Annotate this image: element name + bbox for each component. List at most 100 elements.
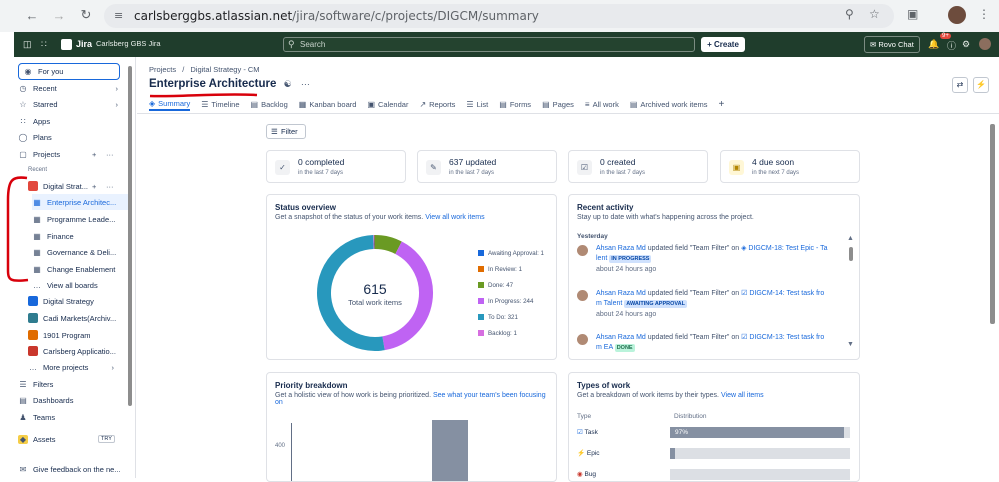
sidebar-toggle-icon[interactable]: ◫	[23, 39, 32, 50]
chrome-menu-icon[interactable]: ⋮	[978, 7, 990, 21]
title-more-button[interactable]: ···	[301, 79, 310, 89]
tab-summary[interactable]: ◈Summary	[149, 97, 190, 111]
main-scrollbar[interactable]	[990, 124, 995, 324]
search-input[interactable]: ⚲ Search	[283, 37, 695, 52]
share-icon[interactable]: ⇄	[952, 77, 968, 93]
reload-icon[interactable]: ↻	[78, 7, 94, 23]
issue-title-cont[interactable]: lent	[596, 255, 607, 262]
issue-title-cont[interactable]: m EA	[596, 344, 613, 351]
stat-card-updated[interactable]: ✎ 637 updated in the last 7 days	[417, 150, 557, 183]
board-item-change-enablement[interactable]: ▦Change Enablement	[32, 261, 115, 277]
notifications-icon[interactable]: 🔔	[928, 39, 939, 50]
tab-calendar[interactable]: ▣Calendar	[367, 97, 408, 111]
sidebar-item-apps[interactable]: ∷Apps	[18, 113, 50, 129]
filter-button[interactable]: ☰Filter	[266, 124, 306, 139]
product-name[interactable]: Jira	[76, 39, 92, 49]
activity-user-link[interactable]: Ahsan Raza Md	[596, 334, 646, 341]
stat-card-due-soon[interactable]: ▣ 4 due soon in the next 7 days	[720, 150, 860, 183]
sidebar-item-for-you[interactable]: ◉For you	[18, 63, 120, 80]
view-all-work-items-link[interactable]: View all work items	[425, 214, 484, 221]
sidebar-item-projects[interactable]: ▢Projects + ···	[18, 146, 118, 162]
profile-avatar[interactable]	[948, 6, 966, 24]
sidebar-project-carlsberg-applications[interactable]: Carlsberg Applicatio...	[28, 343, 116, 359]
sidebar-project-cadi-markets[interactable]: Cadi Markets(Archiv...	[28, 310, 116, 326]
rovo-chat-button[interactable]: ✉ Rovo Chat	[864, 36, 920, 53]
settings-gear-icon[interactable]: ⚙	[962, 39, 970, 50]
projects-more-icon[interactable]: ···	[106, 150, 114, 159]
view-all-boards-link[interactable]: …View all boards	[32, 277, 98, 293]
legend-item[interactable]: Done: 47	[478, 277, 544, 293]
board-item-finance[interactable]: ▦Finance	[32, 228, 74, 244]
app-switcher-icon[interactable]: ∷	[41, 39, 47, 50]
sidebar-scrollbar[interactable]	[128, 66, 132, 406]
add-tab-button[interactable]: +	[719, 97, 725, 111]
tab-reports[interactable]: ↗Reports	[419, 97, 455, 111]
add-icon[interactable]: +	[92, 182, 96, 191]
distribution-bar-task[interactable]: 97%	[670, 427, 844, 438]
legend-item[interactable]: In Progress: 244	[478, 293, 544, 309]
create-button[interactable]: + Create	[701, 37, 745, 52]
tab-list[interactable]: ☰List	[466, 97, 488, 111]
tab-forms[interactable]: ▤Forms	[499, 97, 531, 111]
issue-link[interactable]: ☑ DIGCM-14: Test task fro	[741, 290, 824, 297]
type-row[interactable]: ☑ Task	[577, 428, 598, 436]
donut-slice-done[interactable]	[375, 242, 399, 248]
tab-kanban-board[interactable]: ▦Kanban board	[299, 97, 357, 111]
site-name[interactable]: Carlsberg GBS Jira	[96, 39, 161, 48]
legend-item[interactable]: In Review: 1	[478, 261, 544, 277]
activity-scrollbar[interactable]	[849, 247, 853, 261]
back-icon[interactable]: ←	[24, 7, 40, 23]
distribution-bar-epic[interactable]	[670, 448, 675, 459]
sidebar-item-assets[interactable]: ◆Assets TRY	[18, 431, 118, 447]
address-bar[interactable]: ≡ carlsberggbs.atlassian.net/jira/softwa…	[104, 4, 894, 28]
project-more-icon[interactable]: ···	[106, 182, 114, 191]
legend-item[interactable]: To Do: 321	[478, 309, 544, 325]
zoom-icon[interactable]: ⚲	[845, 7, 854, 21]
help-icon[interactable]: ⓘ	[947, 39, 956, 52]
user-avatar[interactable]	[979, 38, 991, 50]
team-icon[interactable]: ☯	[284, 79, 292, 89]
sidebar-project-1901-program[interactable]: 1901 Program	[28, 327, 91, 343]
scroll-up-icon[interactable]: ▲	[847, 235, 854, 242]
automation-lightning-icon[interactable]: ⚡	[973, 77, 989, 93]
stat-card-created[interactable]: ☑ 0 created in the last 7 days	[568, 150, 708, 183]
type-row[interactable]: ◉ Bug	[577, 470, 596, 478]
issue-link[interactable]: ◈ DIGCM-18: Test Epic - Ta	[741, 245, 827, 252]
sidebar-project-digital-strategy[interactable]: Digital Strategy	[28, 293, 94, 309]
activity-user-link[interactable]: Ahsan Raza Md	[596, 245, 646, 252]
sidebar-more-projects[interactable]: …More projects›	[28, 359, 114, 375]
sidebar-item-plans[interactable]: ◯Plans	[18, 129, 52, 145]
sidebar-item-dashboards[interactable]: ▤Dashboards	[18, 392, 73, 408]
scroll-down-icon[interactable]: ▼	[847, 341, 854, 348]
activity-user-link[interactable]: Ahsan Raza Md	[596, 290, 646, 297]
sidebar-recent-project[interactable]: Digital Strat... + ···	[28, 178, 118, 194]
issue-link[interactable]: ☑ DIGCM-13: Test task fro	[741, 334, 824, 341]
legend-item[interactable]: Backlog: 1	[478, 325, 544, 341]
add-project-icon[interactable]: +	[92, 150, 96, 159]
type-row[interactable]: ⚡ Epic	[577, 449, 600, 457]
view-all-items-link[interactable]: View all items	[721, 392, 764, 399]
breadcrumb-projects[interactable]: Projects	[149, 65, 176, 74]
issue-title-cont[interactable]: m Talent	[596, 300, 622, 307]
extensions-icon[interactable]: ▣	[907, 7, 918, 21]
forward-icon[interactable]: →	[51, 7, 67, 23]
board-item-programme-leadership[interactable]: ▦Programme Leade...	[32, 211, 115, 227]
give-feedback-link[interactable]: ✉Give feedback on the ne...	[18, 461, 136, 477]
breadcrumb-project[interactable]: Digital Strategy - CM	[190, 65, 259, 74]
legend-item[interactable]: Awaiting Approval: 1	[478, 245, 544, 261]
tab-archived-work-items[interactable]: ▤Archived work items	[630, 97, 708, 111]
tab-pages[interactable]: ▤Pages	[542, 97, 574, 111]
sidebar-item-starred[interactable]: ☆Starred›	[18, 96, 118, 112]
sidebar-item-recent[interactable]: ◷Recent›	[18, 80, 118, 96]
site-settings-icon[interactable]: ≡	[114, 9, 123, 22]
board-item-enterprise-architecture[interactable]: ▦Enterprise Architec...	[32, 194, 130, 210]
tab-backlog[interactable]: ▤Backlog	[251, 97, 288, 111]
board-item-governance[interactable]: ▦Governance & Deli...	[32, 244, 116, 260]
sidebar-item-teams[interactable]: ♟Teams	[18, 409, 55, 425]
priority-bar[interactable]	[432, 420, 468, 482]
bookmark-star-icon[interactable]: ☆	[869, 7, 880, 21]
tab-timeline[interactable]: ☰Timeline	[201, 97, 239, 111]
stat-card-completed[interactable]: ✓ 0 completed in the last 7 days	[266, 150, 406, 183]
tab-all-work[interactable]: ≡All work	[585, 97, 619, 111]
sidebar-item-filters[interactable]: ☰Filters	[18, 376, 53, 392]
